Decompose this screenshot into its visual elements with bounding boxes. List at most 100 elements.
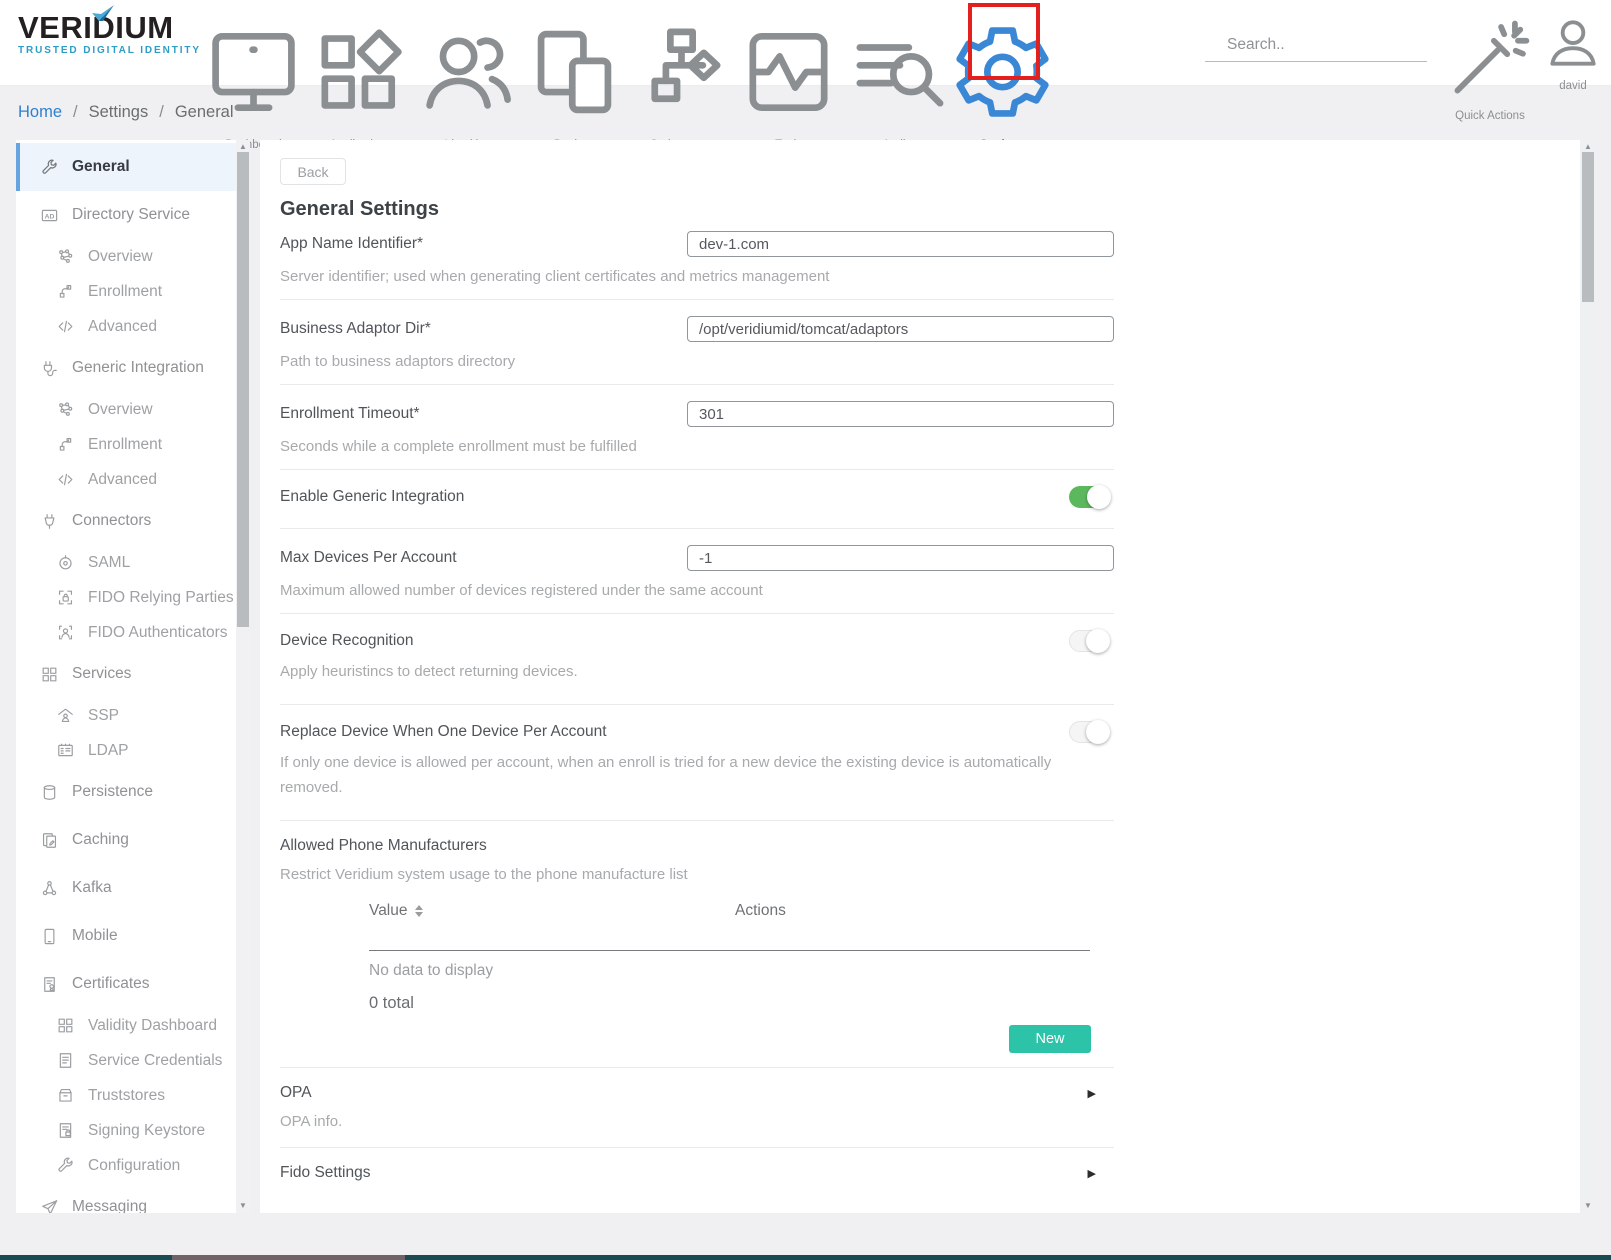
breadcrumb-settings[interactable]: Settings (89, 103, 149, 122)
sidebar-item-service-credentials[interactable]: Service Credentials (16, 1043, 250, 1078)
sidebar-item-ds-advanced[interactable]: Advanced (16, 309, 250, 344)
svg-text:AD: AD (45, 213, 55, 220)
active-directory-icon: AD (40, 206, 59, 225)
sidebar-item-ds-overview[interactable]: Overview (16, 239, 250, 274)
sidebar-item-ldap[interactable]: LDAP (16, 733, 250, 768)
sidebar-item-gi-enrollment[interactable]: Enrollment (16, 427, 250, 462)
sidebar-item-gi-advanced[interactable]: Advanced (16, 462, 250, 497)
certificate-icon (40, 975, 59, 994)
code-icon (56, 317, 75, 336)
enrollment-timeout-label: Enrollment Timeout* (280, 405, 687, 423)
field-row-device-recognition: Device Recognition Apply heuristincs to … (280, 614, 1114, 705)
opa-section-label: OPA (280, 1084, 312, 1102)
sidebar-item-signing-keystore[interactable]: Signing Keystore (16, 1113, 250, 1148)
paper-plane-icon (40, 1198, 59, 1214)
sidebar-item-connectors[interactable]: Connectors (16, 497, 250, 545)
field-row-replace-device: Replace Device When One Device Per Accou… (280, 705, 1114, 821)
main-scrollbar-thumb[interactable] (1582, 152, 1594, 302)
sidebar-item-persistence[interactable]: Persistence (16, 768, 250, 816)
section-allowed-phone-manufacturers: Allowed Phone Manufacturers Restrict Ver… (280, 821, 1114, 1068)
breadcrumb: Home / Settings / General (18, 103, 234, 122)
connector-plug-icon (40, 512, 59, 531)
device-recognition-label: Device Recognition (280, 632, 414, 650)
veridium-logo[interactable]: VERIDIUM TRUSTED DIGITAL IDENTITY (18, 12, 188, 56)
contact-card-icon (56, 741, 75, 760)
search-input[interactable] (1227, 36, 1427, 54)
sidebar-item-truststores[interactable]: Truststores (16, 1078, 250, 1113)
field-help-text: Server identifier; used when generating … (280, 264, 1080, 289)
scroll-down-arrow[interactable]: ▼ (236, 1201, 250, 1211)
field-row-max-devices: Max Devices Per Account Maximum allowed … (280, 529, 1114, 614)
sidebar-item-kafka[interactable]: Kafka (16, 864, 250, 912)
sort-icon[interactable] (415, 905, 423, 917)
app-name-identifier-label: App Name Identifier* (280, 235, 687, 253)
sidebar-item-ssp[interactable]: SSP (16, 698, 250, 733)
sidebar-item-configuration[interactable]: Configuration (16, 1148, 250, 1183)
sidebar-item-messaging[interactable]: Messaging (16, 1183, 250, 1213)
sidebar-item-caching[interactable]: Caching (16, 816, 250, 864)
allowed-phone-manufacturers-label: Allowed Phone Manufacturers (280, 837, 1114, 855)
column-header-value[interactable]: Value (369, 902, 408, 920)
replace-device-toggle[interactable] (1069, 721, 1109, 743)
sidebar-item-directory-service[interactable]: AD Directory Service (16, 191, 250, 239)
enable-generic-integration-toggle[interactable] (1069, 486, 1109, 508)
enable-generic-integration-label: Enable Generic Integration (280, 488, 464, 506)
sidebar-item-services[interactable]: Services (16, 650, 250, 698)
target-icon (56, 553, 75, 572)
person-scan-icon (56, 623, 75, 642)
column-header-actions: Actions (735, 902, 786, 920)
sidebar-item-validity-dashboard[interactable]: Validity Dashboard (16, 1008, 250, 1043)
user-menu[interactable]: david (1542, 12, 1604, 92)
sidebar-item-certificates[interactable]: Certificates (16, 960, 250, 1008)
business-adaptor-dir-input[interactable] (687, 316, 1114, 342)
user-avatar-icon (1542, 12, 1604, 74)
main-scrollbar[interactable]: ▲ ▼ (1580, 140, 1596, 1213)
sidebar-item-gi-overview[interactable]: Overview (16, 392, 250, 427)
scroll-down-arrow[interactable]: ▼ (1580, 1201, 1596, 1211)
enrollment-path-icon (56, 282, 75, 301)
copy-docs-icon (40, 831, 59, 850)
code-icon (56, 470, 75, 489)
sidebar-item-fido-relying-parties[interactable]: FIDO Relying Parties (16, 580, 250, 615)
sidebar-item-ds-enrollment[interactable]: Enrollment (16, 274, 250, 309)
scroll-up-arrow[interactable]: ▲ (236, 142, 250, 152)
app-name-identifier-input[interactable] (687, 231, 1114, 257)
bottom-edge-strip (0, 1255, 1611, 1260)
sidebar-item-mobile[interactable]: Mobile (16, 912, 250, 960)
logo-tagline: TRUSTED DIGITAL IDENTITY (18, 45, 188, 56)
phone-icon (40, 927, 59, 946)
table-header-divider (369, 950, 1090, 951)
enrollment-timeout-input[interactable] (687, 401, 1114, 427)
field-row-enable-generic-integration: Enable Generic Integration (280, 470, 1114, 529)
section-help-text: OPA info. (280, 1109, 1080, 1134)
breadcrumb-bar: Home / Settings / General Save (0, 86, 1611, 140)
replace-device-label: Replace Device When One Device Per Accou… (280, 723, 607, 741)
field-row-business-adaptor-dir: Business Adaptor Dir* Path to business a… (280, 300, 1114, 385)
new-manufacturer-button[interactable]: New (1009, 1025, 1091, 1053)
section-opa: OPA ▶ OPA info. (280, 1068, 1114, 1148)
sidebar-item-generic-integration[interactable]: Generic Integration (16, 344, 250, 392)
expand-arrow-icon[interactable]: ▶ (1088, 1167, 1096, 1180)
device-recognition-toggle[interactable] (1069, 630, 1109, 652)
field-help-text: Path to business adaptors directory (280, 349, 1080, 374)
section-help-text: Restrict Veridium system usage to the ph… (280, 862, 1080, 887)
document-lines-icon (56, 1051, 75, 1070)
fido-settings-section-label: Fido Settings (280, 1164, 370, 1182)
max-devices-input[interactable] (687, 545, 1114, 571)
enrollment-path-icon (56, 435, 75, 454)
sidebar-item-saml[interactable]: SAML (16, 545, 250, 580)
logo-checkmark-icon (90, 4, 116, 24)
business-adaptor-dir-label: Business Adaptor Dir* (280, 320, 687, 338)
breadcrumb-home-link[interactable]: Home (18, 103, 62, 122)
expand-arrow-icon[interactable]: ▶ (1088, 1087, 1096, 1100)
document-key-icon (56, 1121, 75, 1140)
sidebar-item-fido-authenticators[interactable]: FIDO Authenticators (16, 615, 250, 650)
scroll-up-arrow[interactable]: ▲ (1580, 142, 1596, 152)
logo-wordmark: VERIDIUM (18, 12, 188, 44)
back-button[interactable]: Back (280, 158, 346, 185)
sidebar-scrollbar-thumb[interactable] (237, 152, 249, 627)
sidebar-scrollbar[interactable]: ▲ ▼ (236, 140, 250, 1213)
sidebar-item-general[interactable]: General (16, 143, 250, 191)
table-header-row: Value Actions (280, 902, 1114, 920)
wrench-icon (56, 1156, 75, 1175)
